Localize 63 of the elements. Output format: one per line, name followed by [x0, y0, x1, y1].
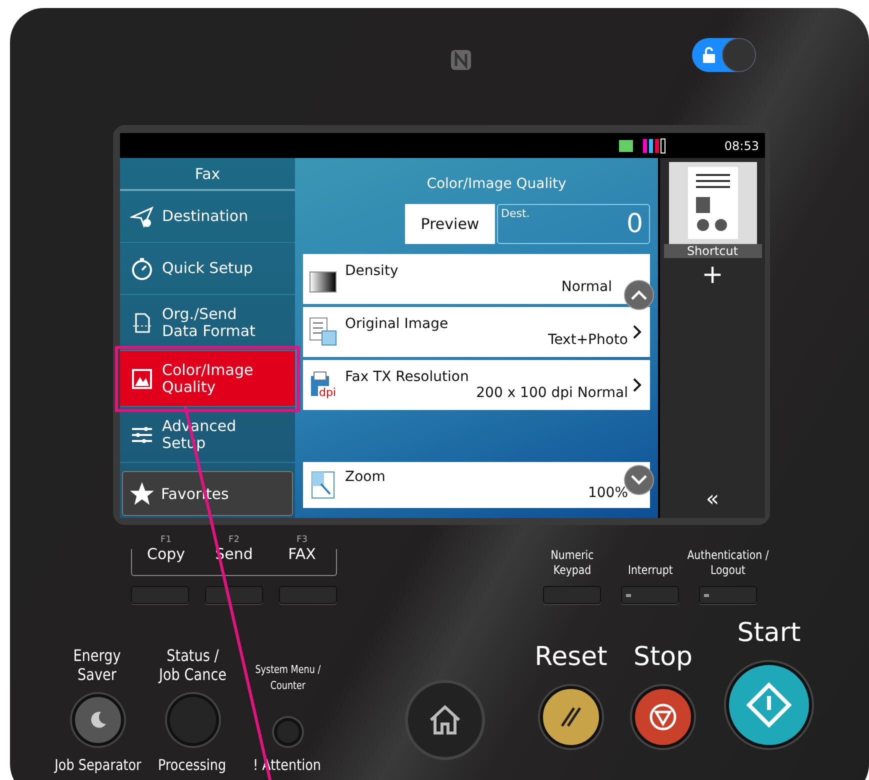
setting-row[interactable]: dpi Fax TX Resolution 200 x 100 dpi Normal — [303, 360, 650, 410]
setting-name: Fax TX Resolution — [345, 369, 469, 385]
action-button[interactable] — [726, 662, 812, 748]
paper-plane-icon — [130, 204, 154, 228]
chevron-right-icon — [632, 324, 642, 340]
round-key[interactable] — [72, 694, 124, 746]
function-key-label: Copy — [146, 545, 186, 563]
document-page-icon — [688, 167, 738, 239]
nfc-icon — [450, 48, 472, 70]
document-icon — [130, 310, 154, 334]
destination-label: Dest. — [501, 207, 530, 222]
home-icon — [428, 704, 462, 736]
button-label: System Menu / Counter — [254, 662, 320, 694]
star-icon — [129, 480, 155, 506]
function-key[interactable] — [205, 586, 263, 604]
stopwatch-icon — [130, 256, 154, 280]
chevron-right-icon — [632, 377, 642, 393]
collapse-button[interactable]: « — [706, 487, 720, 512]
text-image-icon — [309, 317, 337, 347]
setting-name: Zoom — [345, 469, 386, 485]
setting-row[interactable]: Density Normal — [303, 254, 650, 304]
setting-value: Normal — [561, 279, 612, 295]
function-key-number: F1 — [160, 535, 172, 545]
setting-name: Original Image — [345, 316, 448, 332]
function-key-label: FAX — [288, 545, 316, 563]
key-label: Numeric Keypad — [550, 548, 594, 578]
toner-levels-icon — [642, 138, 666, 154]
stop-icon — [648, 702, 678, 732]
preview-button[interactable]: Preview — [405, 204, 495, 244]
network-icon — [618, 138, 634, 154]
action-label: Reset — [534, 642, 608, 672]
setting-row[interactable]: Zoom 100% — [303, 462, 650, 508]
setting-value: 100% — [588, 485, 628, 501]
button-label: Status / Job Cance — [158, 646, 226, 686]
indicator-light — [704, 594, 709, 596]
chevron-down-icon — [630, 474, 648, 486]
action-button[interactable] — [632, 686, 694, 748]
function-key-number: F3 — [296, 535, 308, 545]
setting-name: Density — [345, 263, 398, 279]
key-label: Authentication / Logout — [687, 548, 769, 578]
indicator-label: Processing — [158, 756, 227, 774]
button-label: Energy Saver — [74, 646, 122, 686]
picture-icon — [130, 366, 154, 390]
key-label: Interrupt — [628, 563, 672, 578]
destination-count: 0 — [626, 208, 643, 241]
add-shortcut-button[interactable]: + — [702, 260, 724, 290]
zoom-page-icon — [309, 470, 337, 500]
setting-row[interactable]: Original Image Text+Photo — [303, 307, 650, 357]
action-label: Stop — [633, 642, 693, 672]
setting-value: 200 x 100 dpi Normal — [476, 385, 628, 401]
start-diamond-icon — [746, 682, 792, 728]
clock-time: 08:53 — [724, 138, 759, 152]
function-key-number: F2 — [228, 535, 240, 545]
indicator-label: Job Separator — [54, 756, 141, 774]
indicator-light — [626, 594, 631, 596]
lock-toggle[interactable] — [692, 38, 756, 72]
panel-title: Color/Image Quality — [426, 176, 568, 192]
setting-value: Text+Photo — [548, 332, 628, 348]
shortcut-label[interactable]: Shortcut — [664, 244, 762, 258]
unlocked-padlock-icon — [701, 46, 717, 62]
action-label: Start — [737, 618, 801, 648]
action-button[interactable] — [540, 686, 602, 748]
chevron-up-icon — [630, 289, 648, 301]
